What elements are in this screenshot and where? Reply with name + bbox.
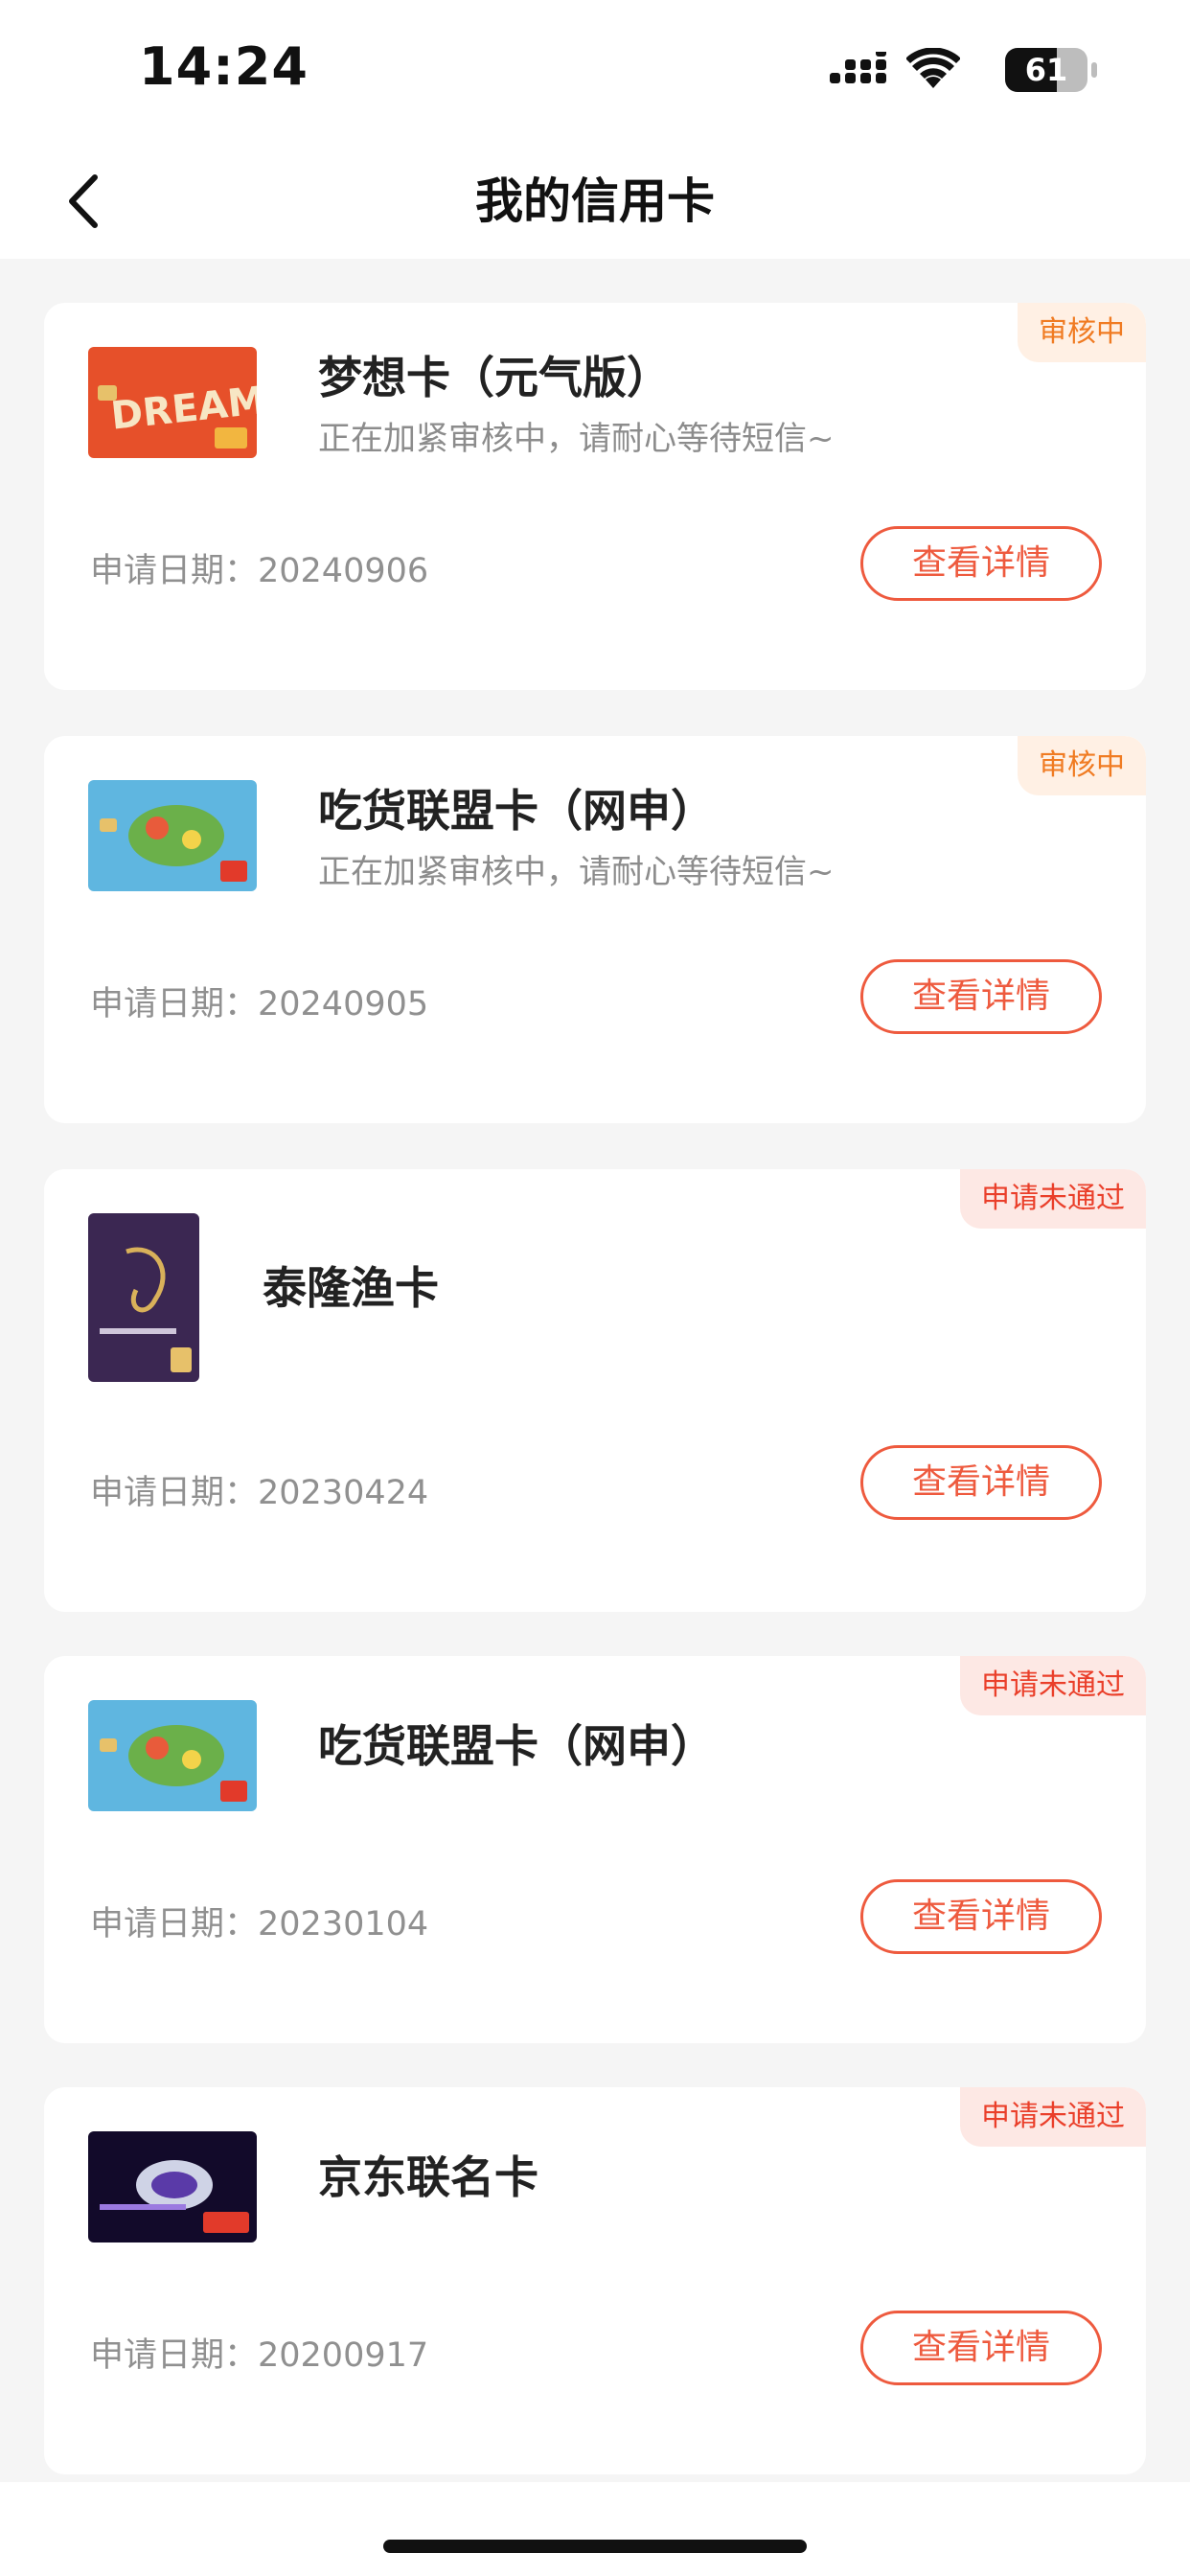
home-indicator[interactable] [383, 2540, 807, 2553]
credit-card-item[interactable]: 申请未通过 泰隆渔卡 申请日期：20230424 查看详情 [44, 1169, 1146, 1612]
status-bar: 14:24 61 [0, 0, 1190, 144]
card-thumbnail [88, 1213, 199, 1382]
status-tag: 审核中 [1018, 303, 1146, 362]
apply-date: 申请日期：20240905 [90, 985, 429, 1024]
page-title: 我的信用卡 [475, 173, 715, 229]
card-thumbnail [88, 2131, 257, 2242]
battery-level: 61 [1024, 52, 1068, 88]
credit-card-item[interactable]: 审核中 DREAM 梦想卡（元气版） 正在加紧审核中，请耐心等待短信~ 申请日期… [44, 303, 1146, 690]
view-details-button[interactable]: 查看详情 [860, 959, 1102, 1034]
card-thumbnail [88, 1700, 257, 1811]
card-name: 京东联名卡 [318, 2151, 538, 2203]
status-tag: 申请未通过 [960, 1169, 1146, 1229]
signal-icon [830, 52, 886, 83]
status-tag: 申请未通过 [960, 2087, 1146, 2147]
view-details-button[interactable]: 查看详情 [860, 1445, 1102, 1520]
card-description: 正在加紧审核中，请耐心等待短信~ [318, 420, 835, 458]
bottom-bar [0, 2482, 1190, 2576]
status-time: 14:24 [139, 36, 309, 97]
credit-card-item[interactable]: 申请未通过 吃货联盟卡（网申） 申请日期：20230104 查看详情 [44, 1656, 1146, 2043]
wifi-icon [906, 48, 960, 88]
apply-date: 申请日期：20230424 [90, 1474, 429, 1512]
view-details-button[interactable]: 查看详情 [860, 526, 1102, 601]
status-tag: 审核中 [1018, 736, 1146, 795]
view-details-button[interactable]: 查看详情 [860, 2311, 1102, 2385]
status-tag: 申请未通过 [960, 1656, 1146, 1715]
status-icons: 61 [812, 46, 1099, 94]
card-name: 吃货联盟卡（网申） [318, 1720, 715, 1772]
credit-card-item[interactable]: 申请未通过 京东联名卡 申请日期：20200917 查看详情 [44, 2087, 1146, 2474]
card-name: 梦想卡（元气版） [318, 352, 671, 403]
battery-icon: 61 [1005, 48, 1099, 92]
card-name: 泰隆渔卡 [263, 1262, 439, 1314]
credit-card-item[interactable]: 审核中 吃货联盟卡（网申） 正在加紧审核中，请耐心等待短信~ 申请日期：2024… [44, 736, 1146, 1123]
view-details-button[interactable]: 查看详情 [860, 1879, 1102, 1954]
card-thumbnail [88, 780, 257, 891]
nav-bar: 我的信用卡 [0, 144, 1190, 259]
apply-date: 申请日期：20230104 [90, 1905, 429, 1944]
apply-date: 申请日期：20200917 [90, 2336, 429, 2375]
apply-date: 申请日期：20240906 [90, 552, 429, 590]
card-thumbnail: DREAM [88, 347, 257, 458]
card-description: 正在加紧审核中，请耐心等待短信~ [318, 853, 835, 891]
card-name: 吃货联盟卡（网申） [318, 785, 715, 837]
